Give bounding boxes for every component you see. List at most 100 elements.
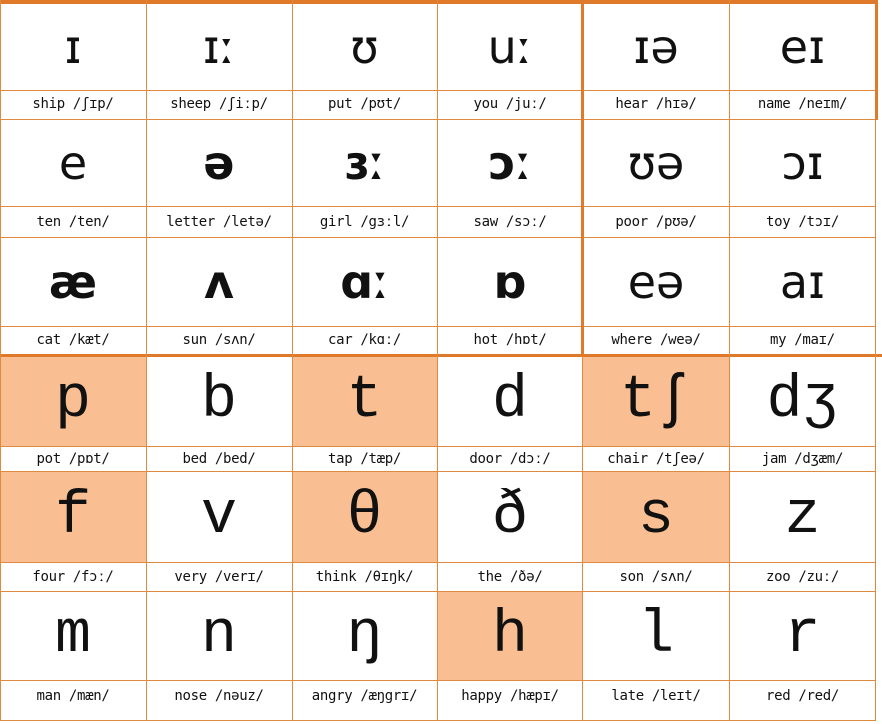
example: sheep/ʃiːp/ bbox=[146, 90, 292, 118]
grid-line bbox=[0, 119, 876, 120]
example-word: the bbox=[477, 569, 503, 585]
vowel-cell[interactable]: ʊə poor/pʊə/ bbox=[583, 120, 729, 238]
example-ipa: /red/ bbox=[798, 688, 840, 704]
consonant-cell[interactable]: tʃ chair/tʃeə/ bbox=[583, 356, 729, 472]
vowel-cell[interactable]: ʌ sun/sʌn/ bbox=[146, 238, 292, 354]
example-ipa: /dɔː/ bbox=[509, 451, 551, 467]
vowel-cell[interactable]: e ten/ten/ bbox=[0, 120, 146, 238]
consonant-cell[interactable]: b bed/bed/ bbox=[146, 356, 292, 472]
example-ipa: /leɪt/ bbox=[651, 688, 701, 704]
vowel-cell[interactable]: aɪ my/maɪ/ bbox=[729, 238, 876, 354]
example-word: angry bbox=[311, 688, 353, 704]
example: think/θɪŋk/ bbox=[292, 562, 437, 592]
phoneme-symbol: d bbox=[491, 367, 528, 435]
phoneme-symbol: s bbox=[637, 483, 674, 551]
example-ipa: /tæp/ bbox=[360, 451, 402, 467]
phoneme-symbol: n bbox=[200, 602, 237, 670]
grid-line bbox=[0, 471, 876, 472]
grid-line bbox=[0, 562, 876, 563]
vowel-cell[interactable]: eə where/weə/ bbox=[583, 238, 729, 354]
vowel-cell[interactable]: ɔɪ toy/tɔɪ/ bbox=[729, 120, 876, 238]
consonant-cell[interactable]: s son/sʌn/ bbox=[583, 472, 729, 592]
example: girl/gɜːl/ bbox=[292, 206, 437, 238]
example: red/red/ bbox=[729, 680, 876, 712]
phoneme-symbol: tʃ bbox=[619, 367, 692, 435]
example-ipa: /gɜːl/ bbox=[360, 214, 410, 230]
example-word: bed bbox=[182, 451, 207, 467]
example: man/mæn/ bbox=[0, 680, 146, 712]
phoneme-symbol: ɪː bbox=[202, 20, 236, 74]
consonant-cell[interactable]: z zoo/zuː/ bbox=[729, 472, 876, 592]
vowel-cell[interactable]: ə letter/letə/ bbox=[146, 120, 292, 238]
vowel-cell[interactable]: ɪː sheep/ʃiːp/ bbox=[146, 4, 292, 118]
vowel-cell[interactable]: ɔː saw/sɔː/ bbox=[437, 120, 583, 238]
consonant-cell[interactable]: ð the/ðə/ bbox=[437, 472, 583, 592]
example: name/neɪm/ bbox=[729, 90, 876, 118]
phoneme-symbol: eɪ bbox=[779, 20, 826, 74]
vowel-cell[interactable]: æ cat/kæt/ bbox=[0, 238, 146, 354]
phoneme-symbol: æ bbox=[48, 255, 98, 309]
example-ipa: /zuː/ bbox=[798, 569, 840, 585]
phoneme-symbol: z bbox=[784, 483, 821, 551]
example-word: hear bbox=[615, 96, 648, 112]
vowel-cell[interactable]: ɒ hot/hɒt/ bbox=[437, 238, 583, 354]
example-ipa: /bed/ bbox=[214, 451, 256, 467]
example: chair/tʃeə/ bbox=[583, 446, 729, 472]
consonant-cell[interactable]: dʒ jam/dʒæm/ bbox=[729, 356, 876, 472]
grid-line bbox=[0, 206, 876, 207]
consonant-cell[interactable]: v very/verɪ/ bbox=[146, 472, 292, 592]
phoneme-symbol: θ bbox=[346, 483, 383, 551]
example: door/dɔː/ bbox=[437, 446, 583, 472]
consonant-cell[interactable]: ŋ angry/æŋgrɪ/ bbox=[292, 592, 437, 712]
example-ipa: /maɪ/ bbox=[794, 332, 835, 348]
example-word: car bbox=[327, 332, 353, 348]
example: hot/hɒt/ bbox=[437, 326, 583, 354]
grid-line bbox=[0, 0, 1, 720]
example-word: zoo bbox=[765, 569, 791, 585]
consonant-cell[interactable]: p pot/pɒt/ bbox=[0, 356, 146, 472]
grid-line bbox=[146, 0, 147, 720]
grid-line bbox=[0, 680, 876, 681]
example-word: jam bbox=[761, 451, 787, 467]
example: tap/tæp/ bbox=[292, 446, 437, 472]
vowel-cell[interactable]: ʊ put/pʊt/ bbox=[292, 4, 437, 118]
consonant-cell[interactable]: d door/dɔː/ bbox=[437, 356, 583, 472]
phoneme-symbol: ɒ bbox=[493, 255, 527, 309]
consonant-cell[interactable]: h happy/hæpɪ/ bbox=[437, 592, 583, 712]
example: the/ðə/ bbox=[437, 562, 583, 592]
consonant-cell[interactable]: n nose/nəuz/ bbox=[146, 592, 292, 712]
example-word: nose bbox=[174, 688, 207, 704]
grid-line bbox=[0, 0, 876, 4]
example-ipa: /hɒt/ bbox=[505, 332, 547, 348]
example: put/pʊt/ bbox=[292, 90, 437, 118]
example-ipa: /neɪm/ bbox=[798, 96, 848, 112]
example-word: hot bbox=[473, 332, 498, 348]
consonant-cell[interactable]: f four/fɔː/ bbox=[0, 472, 146, 592]
vowel-cell[interactable]: eɪ name/neɪm/ bbox=[729, 4, 876, 118]
consonant-cell[interactable]: l late/leɪt/ bbox=[583, 592, 729, 712]
vowel-cell[interactable]: ɑː car/kɑː/ bbox=[292, 238, 437, 354]
vowel-cell[interactable]: uː you/juː/ bbox=[437, 4, 583, 118]
phoneme-symbol: b bbox=[200, 367, 237, 435]
grid-line bbox=[0, 591, 876, 592]
example: nose/nəuz/ bbox=[146, 680, 292, 712]
vowel-cell[interactable]: ɪ ship/ʃɪp/ bbox=[0, 4, 146, 118]
example-ipa: /ʃɪp/ bbox=[72, 96, 114, 112]
example-word: happy bbox=[461, 688, 502, 704]
example-ipa: /tɔɪ/ bbox=[798, 214, 840, 230]
example: hear/hɪə/ bbox=[583, 90, 729, 118]
consonant-cell[interactable]: m man/mæn/ bbox=[0, 592, 146, 712]
vowel-cell[interactable]: ɜː girl/gɜːl/ bbox=[292, 120, 437, 238]
grid-line bbox=[581, 0, 584, 354]
phoneme-symbol: ɪ bbox=[64, 20, 82, 74]
phoneme-symbol: v bbox=[200, 483, 237, 551]
consonant-cell[interactable]: θ think/θɪŋk/ bbox=[292, 472, 437, 592]
example: very/verɪ/ bbox=[146, 562, 292, 592]
example-word: tap bbox=[327, 451, 353, 467]
vowel-cell[interactable]: ɪə hear/hɪə/ bbox=[583, 4, 729, 118]
phoneme-symbol: ɔː bbox=[488, 136, 532, 190]
consonant-cell[interactable]: t tap/tæp/ bbox=[292, 356, 437, 472]
consonant-cell[interactable]: r red/red/ bbox=[729, 592, 876, 712]
example-word: cat bbox=[36, 332, 61, 348]
phoneme-symbol: uː bbox=[487, 20, 533, 74]
